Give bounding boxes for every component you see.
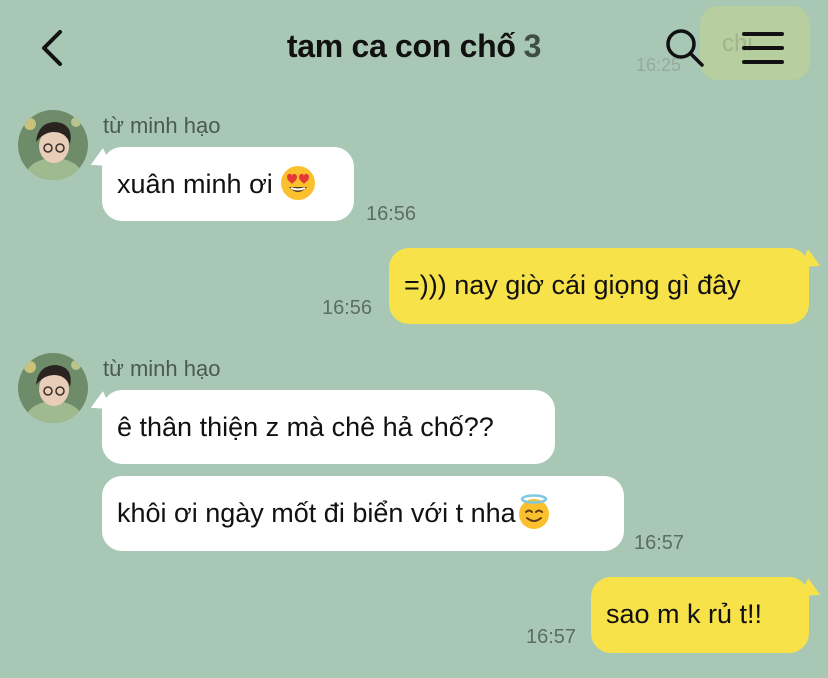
message-bubble-incoming[interactable]: ê thân thiện z mà chê hả chố?? (102, 390, 555, 464)
avatar[interactable] (18, 110, 88, 180)
message-time: 16:57 (634, 532, 685, 554)
message-bubble-outgoing[interactable]: =))) nay giờ cái giọng gì đây (389, 248, 809, 324)
avatar-photo (18, 110, 88, 180)
chat-header: chi 16:25 tam ca con chố 3 (0, 0, 828, 96)
message-bubble-incoming[interactable]: xuân minh ơi (102, 147, 354, 221)
avatar-photo (18, 353, 88, 423)
message-time: 16:56 (366, 203, 417, 225)
search-icon (666, 29, 704, 67)
message-text: =))) nay giờ cái giọng gì đây (404, 270, 741, 300)
hamburger-menu-icon (742, 60, 784, 64)
message-time: 16:56 (322, 297, 373, 319)
message-text: khôi ơi ngày mốt đi biển với t nha (117, 498, 516, 528)
message-time: 16:57 (526, 626, 577, 648)
hamburger-menu-icon (742, 32, 784, 36)
search-button[interactable] (660, 24, 708, 72)
sender-name: từ minh hạo (103, 356, 221, 381)
message-bubble-incoming[interactable]: khôi ơi ngày mốt đi biển với t nha (102, 476, 624, 551)
heart-eyes-emoji (280, 165, 316, 201)
message-text: sao m k rủ t!! (606, 599, 763, 629)
message-text: xuân minh ơi (117, 169, 281, 199)
hamburger-menu-icon (742, 46, 784, 50)
menu-button[interactable] (740, 26, 786, 70)
avatar[interactable] (18, 353, 88, 423)
smiling-face-with-halo-emoji (516, 494, 552, 530)
member-count: 3 (523, 28, 542, 64)
sender-name: từ minh hạo (103, 113, 221, 138)
chat-title-text: tam ca con chố (286, 28, 516, 64)
message-bubble-outgoing[interactable]: sao m k rủ t!! (591, 577, 809, 653)
message-text: ê thân thiện z mà chê hả chố?? (117, 412, 494, 442)
